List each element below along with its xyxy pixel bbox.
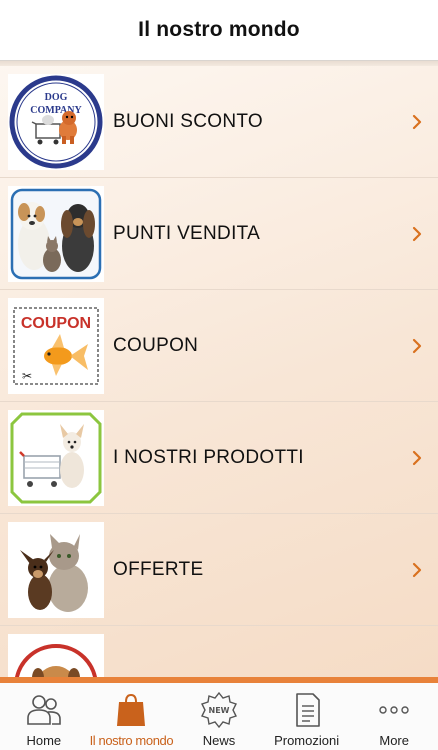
navigation-bar: Il nostro mondo bbox=[0, 0, 438, 61]
coupon-text: COUPON bbox=[21, 315, 91, 332]
list-item-label: COUPON bbox=[113, 334, 199, 356]
dogs-and-cat-photo bbox=[8, 186, 104, 282]
tab-promozioni[interactable]: Promozioni bbox=[263, 683, 351, 750]
list-item-label: PUNTI VENDITA bbox=[113, 222, 261, 244]
chevron-right-icon bbox=[412, 226, 422, 241]
page-title: Il nostro mondo bbox=[138, 18, 300, 41]
tab-home[interactable]: Home bbox=[0, 683, 88, 750]
tab-label: More bbox=[379, 733, 409, 748]
coupon-goldfish-image: COUPON ✂ bbox=[8, 298, 104, 394]
list-item-label: OFFERTE bbox=[113, 558, 204, 580]
tab-il-nostro-mondo[interactable]: Il nostro mondo bbox=[88, 683, 176, 750]
menu-list: DOG COMPANY BUONI SCONTO PUNTI VENDITA C… bbox=[0, 61, 438, 677]
document-icon bbox=[287, 692, 327, 728]
tab-bar: Home Il nostro mondo NEW News Promozioni… bbox=[0, 677, 438, 750]
new-badge-text: NEW bbox=[208, 706, 229, 715]
chevron-right-icon bbox=[412, 338, 422, 353]
tab-news[interactable]: NEW News bbox=[175, 683, 263, 750]
tab-label: Home bbox=[26, 733, 62, 748]
list-item-coupon[interactable]: COUPON ✂ COUPON bbox=[0, 290, 438, 402]
tab-label: News bbox=[202, 733, 236, 748]
list-item-label: BUONI SCONTO bbox=[113, 110, 263, 132]
chevron-right-icon bbox=[412, 114, 422, 129]
list-item-offerte[interactable]: OFFERTE bbox=[0, 514, 438, 626]
chevron-right-icon bbox=[412, 562, 422, 577]
people-icon bbox=[24, 692, 64, 728]
shopping-bag-icon bbox=[111, 692, 151, 728]
logo-text-top: DOG bbox=[45, 92, 68, 103]
dog-company-logo-image: DOG COMPANY bbox=[8, 74, 104, 170]
chevron-right-icon bbox=[412, 450, 422, 465]
tab-label: Il nostro mondo bbox=[89, 733, 174, 748]
list-item-buoni-sconto[interactable]: DOG COMPANY BUONI SCONTO bbox=[0, 66, 438, 178]
list-item-i-nostri-prodotti[interactable]: I NOSTRI PRODOTTI bbox=[0, 402, 438, 514]
more-dots-icon bbox=[374, 692, 414, 728]
tab-more[interactable]: More bbox=[350, 683, 438, 750]
new-badge-icon: NEW bbox=[199, 692, 239, 728]
list-item-punti-vendita[interactable]: PUNTI VENDITA bbox=[0, 178, 438, 290]
list-item-label: I NOSTRI PRODOTTI bbox=[113, 446, 304, 468]
list-item-partial[interactable] bbox=[0, 626, 438, 677]
dog-partial-image bbox=[8, 634, 104, 677]
dog-in-cart-image bbox=[8, 410, 104, 506]
tab-label: Promozioni bbox=[274, 733, 340, 748]
svg-text:✂: ✂ bbox=[22, 369, 32, 383]
cat-and-chihuahua-image bbox=[8, 522, 104, 618]
